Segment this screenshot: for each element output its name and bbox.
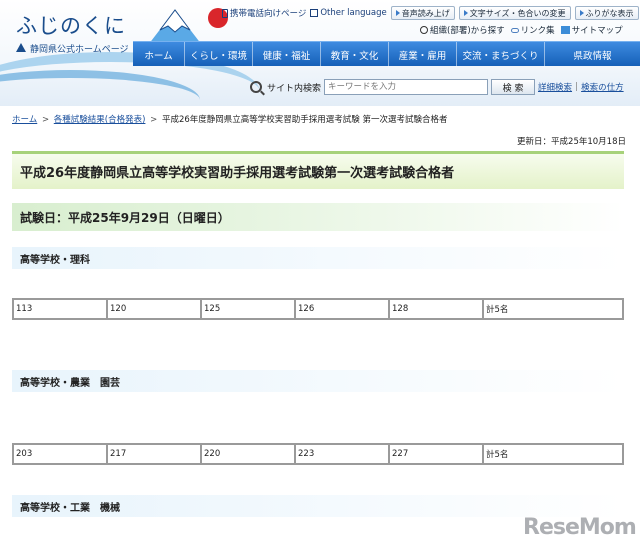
- table-cell: 126: [294, 298, 390, 320]
- table-cell: 128: [388, 298, 484, 320]
- table-row: 113 120 125 126 128 計5名: [12, 298, 624, 320]
- search-button[interactable]: 検 索: [491, 79, 536, 95]
- nav-item-label: 産業・雇用: [398, 50, 447, 62]
- global-nav: ホーム くらし・環境 健康・福祉 教育・文化 産業・雇用 交流・まちづくり 県政…: [133, 41, 640, 67]
- logo-title: ふじのくに: [16, 14, 126, 38]
- read-aloud-label: 音声読み上げ: [401, 8, 450, 18]
- organization-search-link[interactable]: 組織(部署)から探す: [420, 24, 505, 36]
- exam-date-heading: 試験日：平成25年9月29日（日曜日）: [12, 203, 624, 231]
- nav-item-living[interactable]: くらし・環境: [185, 42, 253, 67]
- table-cell: 220: [200, 443, 296, 465]
- link-collection-link[interactable]: リンク集: [510, 24, 555, 36]
- table-cell: 203: [12, 443, 108, 465]
- section-heading-agriculture: 高等学校・農業 園芸: [12, 370, 624, 392]
- language-icon: [310, 9, 319, 17]
- breadcrumb-current: 平成26年度静岡県立高等学校実習助手採用選考試験 第一次選考試験合格者: [161, 115, 448, 125]
- mobile-page-link[interactable]: 携帯電話向けページ: [222, 7, 306, 19]
- site-header: ふじのくに 静岡県公式ホームページ 携帯電話向けページ Other langua…: [0, 0, 640, 106]
- advanced-search-link[interactable]: 詳細検索: [538, 81, 572, 93]
- table-cell-total: 計5名: [482, 298, 624, 320]
- search-input[interactable]: [324, 79, 489, 95]
- table-cell: 217: [106, 443, 202, 465]
- breadcrumb-category-link[interactable]: 各種試験結果(合格発表): [54, 115, 146, 125]
- table-cell: 113: [12, 298, 108, 320]
- furigana-button[interactable]: ふりがな表示: [574, 6, 639, 20]
- breadcrumb-home-link[interactable]: ホーム: [12, 115, 37, 125]
- link-collection-label: リンク集: [520, 26, 555, 36]
- updated-date: 更新日：平成25年10月18日: [517, 137, 626, 147]
- search-icon: [250, 81, 262, 93]
- mobile-phone-icon: [222, 8, 228, 18]
- breadcrumb-separator: >: [150, 115, 158, 125]
- other-language-label: Other language: [320, 8, 387, 18]
- table-row: 203 217 220 223 227 計5名: [12, 443, 624, 465]
- search-icon: [420, 26, 428, 34]
- utility-links: 組織(部署)から探す リンク集 サイトマップ: [420, 24, 623, 36]
- nav-item-health[interactable]: 健康・福祉: [253, 42, 321, 67]
- nav-item-label: ホーム: [144, 50, 173, 62]
- arrow-right-icon: [579, 10, 584, 16]
- search-label: サイト内検索: [267, 83, 322, 94]
- table-cell: 120: [106, 298, 202, 320]
- site-search: サイト内検索 検 索 詳細検索 | 検索の仕方: [250, 79, 624, 95]
- other-language-link[interactable]: Other language: [310, 8, 387, 18]
- furigana-label: ふりがな表示: [585, 8, 634, 18]
- breadcrumb-separator: >: [41, 115, 50, 125]
- sitemap-label: サイトマップ: [571, 26, 623, 36]
- nav-item-label: 交流・まちづくり: [462, 50, 539, 62]
- results-table-agriculture: 203 217 220 223 227 計5名: [12, 443, 624, 465]
- nav-item-community[interactable]: 交流・まちづくり: [457, 42, 545, 67]
- arrow-right-icon: [395, 10, 400, 16]
- breadcrumb: ホーム > 各種試験結果(合格発表) > 平成26年度静岡県立高等学校実習助手採…: [12, 113, 447, 125]
- nav-item-government[interactable]: 県政情報: [545, 42, 640, 67]
- table-cell: 125: [200, 298, 296, 320]
- site-logo[interactable]: ふじのくに 静岡県公式ホームページ: [16, 10, 129, 55]
- section-heading-science: 高等学校・理科: [12, 247, 624, 269]
- nav-item-education[interactable]: 教育・文化: [321, 42, 389, 67]
- sitemap-link[interactable]: サイトマップ: [560, 24, 623, 36]
- nav-item-label: くらし・環境: [189, 50, 247, 62]
- section-heading-industry: 高等学校・工業 機械: [12, 495, 624, 517]
- text-size-color-button[interactable]: 文字サイズ・色合いの変更: [458, 6, 571, 20]
- table-cell-total: 計5名: [482, 443, 624, 465]
- link-icon: [510, 27, 519, 33]
- sitemap-icon: [560, 26, 570, 34]
- page-title: 平成26年度静岡県立高等学校実習助手採用選考試験第一次選考試験合格者: [12, 151, 624, 189]
- divider: |: [575, 82, 579, 92]
- nav-item-industry[interactable]: 産業・雇用: [389, 42, 457, 67]
- text-size-color-label: 文字サイズ・色合いの変更: [469, 8, 566, 18]
- table-cell: 223: [294, 443, 390, 465]
- table-cell: 227: [388, 443, 484, 465]
- arrow-right-icon: [463, 10, 468, 16]
- nav-item-label: 教育・文化: [330, 50, 379, 62]
- organization-search-label: 組織(部署)から探す: [430, 26, 505, 36]
- results-table-science: 113 120 125 126 128 計5名: [12, 298, 624, 320]
- nav-item-label: 県政情報: [573, 50, 612, 62]
- logo-subtitle: 静岡県公式ホームページ: [16, 42, 129, 55]
- read-aloud-button[interactable]: 音声読み上げ: [390, 6, 455, 20]
- resemom-watermark: ReseMom: [523, 515, 637, 540]
- mobile-page-label: 携帯電話向けページ: [230, 9, 307, 19]
- utility-bar: 携帯電話向けページ Other language 音声読み上げ 文字サイズ・色合…: [222, 6, 639, 20]
- search-help-link[interactable]: 検索の仕方: [581, 81, 624, 93]
- nav-item-label: 健康・福祉: [262, 50, 311, 62]
- nav-item-home[interactable]: ホーム: [133, 42, 185, 67]
